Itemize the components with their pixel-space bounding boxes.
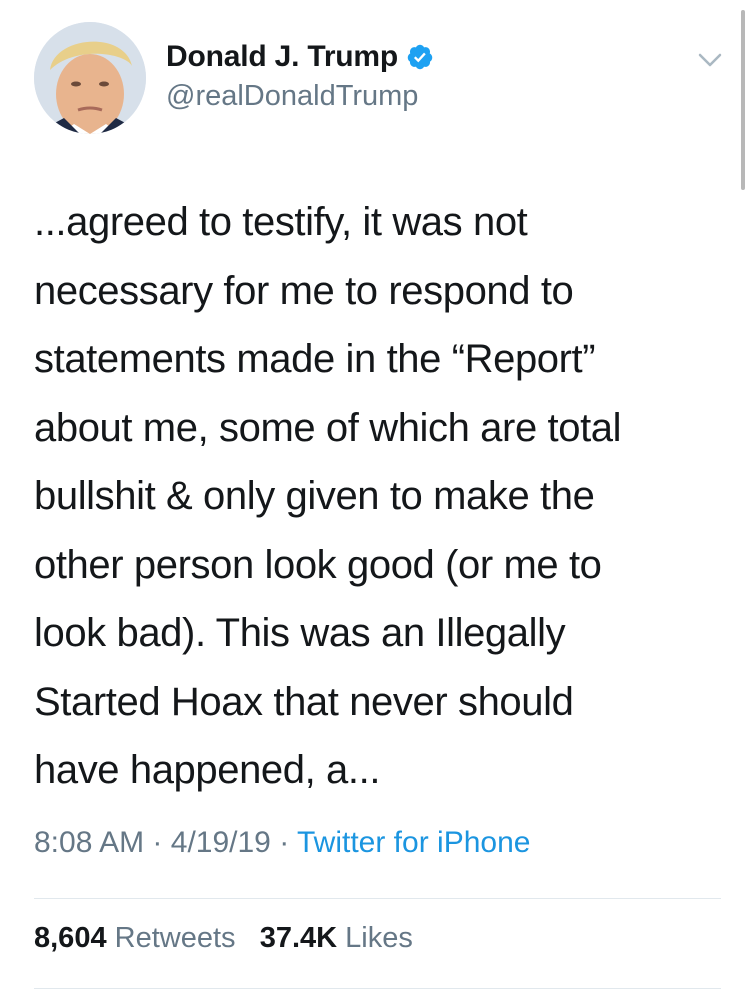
user-names: Donald J. Trump @realDonaldTrump (166, 40, 434, 113)
tweet-source-link[interactable]: Twitter for iPhone (297, 826, 530, 859)
tweet-line: Started Hoax that never should (34, 679, 574, 724)
tweet-stats: 8,604 Retweets 37.4K Likes (34, 922, 413, 955)
tweet-line: about me, some of which are total (34, 405, 622, 450)
tweet-time[interactable]: 8:08 AM (34, 826, 144, 859)
retweets-stat[interactable]: 8,604 Retweets (34, 922, 236, 954)
scrollbar[interactable] (741, 10, 745, 190)
user-handle[interactable]: @realDonaldTrump (166, 80, 434, 113)
meta-separator: · (152, 826, 163, 859)
name-row: Donald J. Trump (166, 40, 434, 74)
avatar[interactable] (34, 22, 146, 134)
tweet-header: Donald J. Trump @realDonaldTrump (34, 22, 724, 142)
tweet-line: bullshit & only given to make the (34, 474, 595, 518)
likes-label: Likes (345, 922, 413, 954)
tweet-line: have happened, a... (34, 748, 381, 792)
retweets-label: Retweets (114, 922, 236, 954)
meta-separator: · (279, 826, 290, 859)
tweet-line: statements made in the “Report” (34, 337, 596, 381)
tweet-line: other person look good (or me to (34, 542, 602, 587)
tweet-date[interactable]: 4/19/19 (171, 826, 271, 859)
tweet-line: look bad). This was an Illegally (34, 611, 566, 655)
likes-stat[interactable]: 37.4K Likes (260, 922, 413, 954)
display-name[interactable]: Donald J. Trump (166, 40, 398, 74)
tweet-text: ...agreed to testify, it was not necessa… (34, 188, 724, 805)
verified-badge-icon (406, 43, 434, 71)
tweet-line: necessary for me to respond to (34, 268, 574, 313)
avatar-image (34, 22, 146, 134)
divider (34, 898, 721, 899)
tweet-meta: 8:08 AM · 4/19/19 · Twitter for iPhone (34, 826, 530, 860)
divider (34, 988, 721, 989)
tweet-line: ...agreed to testify, it was not (34, 200, 528, 244)
retweets-count: 8,604 (34, 922, 107, 954)
likes-count: 37.4K (259, 922, 338, 954)
chevron-down-icon[interactable] (696, 50, 724, 70)
